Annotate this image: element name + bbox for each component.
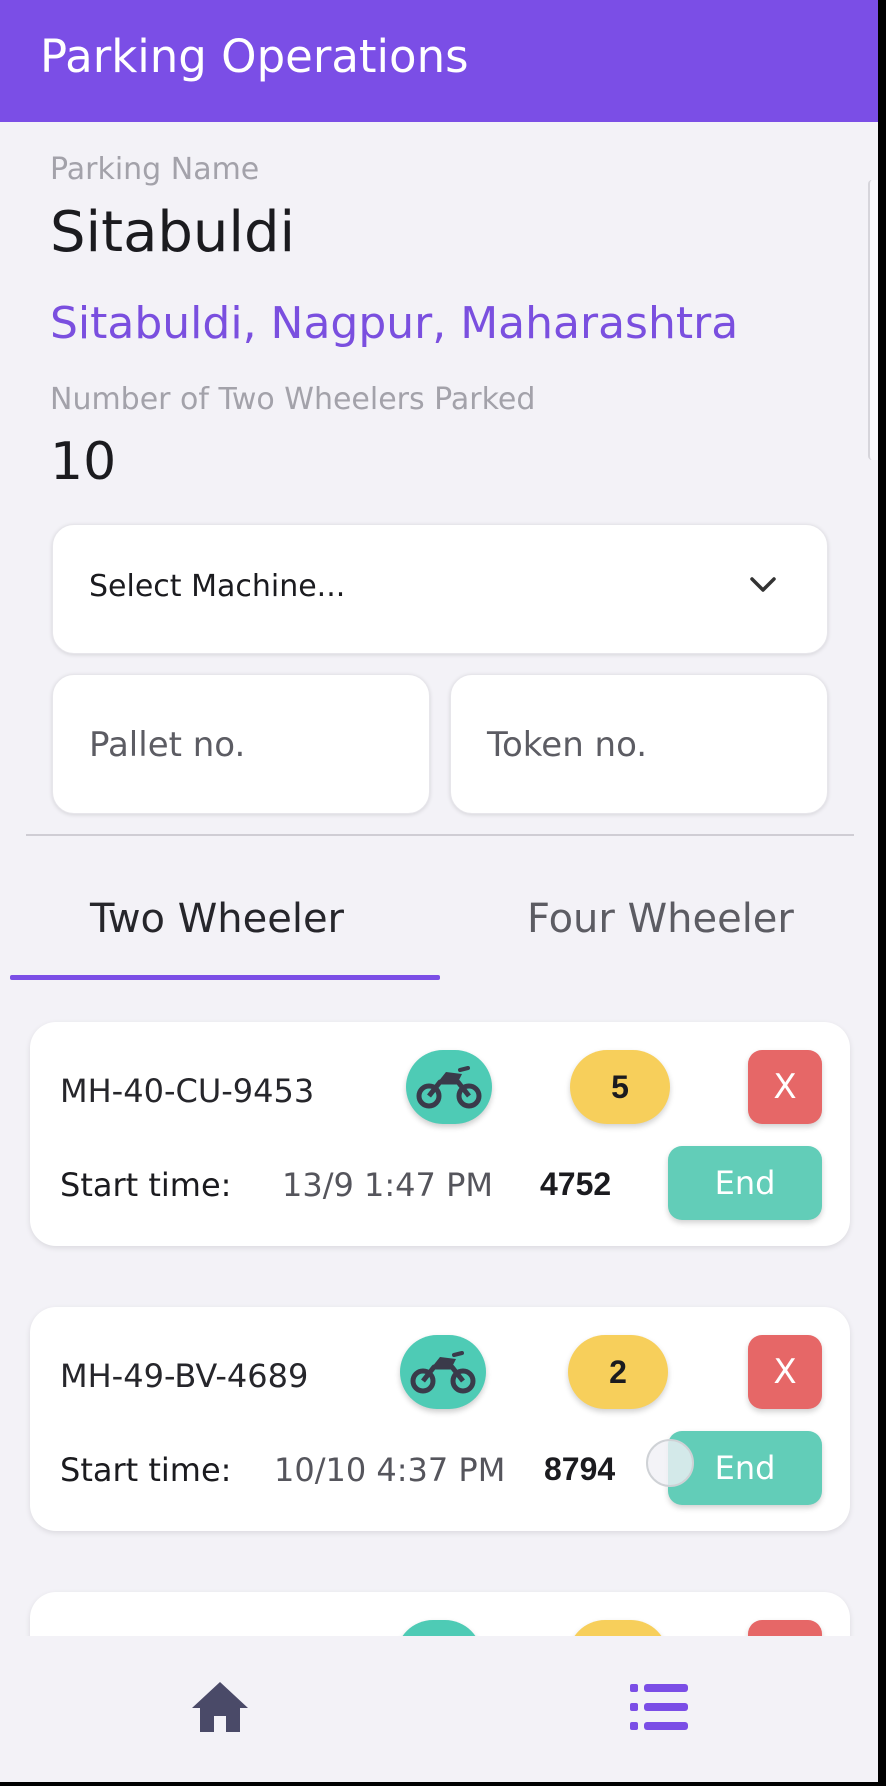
start-time-value: 13/9 1:47 PM xyxy=(282,1166,493,1204)
divider xyxy=(26,834,854,836)
vehicle-type-badge xyxy=(400,1335,486,1409)
start-time-label: Start time: xyxy=(60,1166,232,1204)
parking-name: Sitabuldi xyxy=(50,200,296,265)
list-icon[interactable] xyxy=(630,1682,688,1732)
remove-button[interactable]: X xyxy=(748,1335,822,1409)
token-placeholder: Token no. xyxy=(487,725,648,765)
parking-entry-card: MH-40-CU-9453 5 X Start time: 13/9 1:47 … xyxy=(30,1022,850,1246)
vehicle-count: 10 xyxy=(50,432,117,492)
vehicle-type-badge xyxy=(406,1050,492,1124)
parking-entry-card: MH-49-BV-4689 2 X Start time: 10/10 4:37… xyxy=(30,1307,850,1531)
scrollbar[interactable] xyxy=(868,180,878,460)
remove-button[interactable]: X xyxy=(748,1050,822,1124)
app-bar: Parking Operations xyxy=(0,0,878,122)
pallet-placeholder: Pallet no. xyxy=(89,725,246,765)
token-value: 4752 xyxy=(540,1166,612,1202)
vehicle-plate: MH-40-CU-9453 xyxy=(60,1072,315,1110)
start-time-label: Start time: xyxy=(60,1451,232,1489)
motorcycle-icon xyxy=(410,1351,476,1394)
screen: Parking Operations Parking Name Sitabuld… xyxy=(0,0,878,1782)
tab-two-wheeler[interactable]: Two Wheeler xyxy=(90,896,344,942)
parking-name-label: Parking Name xyxy=(50,152,260,187)
motorcycle-icon xyxy=(416,1066,482,1109)
chevron-down-icon xyxy=(750,577,776,592)
home-icon[interactable] xyxy=(190,1680,250,1734)
bottom-navigation xyxy=(0,1636,878,1782)
token-input[interactable]: Token no. xyxy=(450,674,828,814)
vehicle-count-label: Number of Two Wheelers Parked xyxy=(50,382,536,417)
pallet-input[interactable]: Pallet no. xyxy=(52,674,430,814)
touch-ripple xyxy=(646,1439,694,1487)
pallet-badge: 5 xyxy=(570,1050,670,1124)
machine-select[interactable]: Select Machine... xyxy=(52,524,828,654)
app-title: Parking Operations xyxy=(40,30,469,83)
active-tab-indicator xyxy=(10,975,440,980)
vehicle-plate: MH-49-BV-4689 xyxy=(60,1357,309,1395)
token-value: 8794 xyxy=(544,1451,616,1487)
end-button[interactable]: End xyxy=(668,1146,822,1220)
machine-select-value: Select Machine... xyxy=(89,569,346,604)
start-time-value: 10/10 4:37 PM xyxy=(274,1451,506,1489)
parking-address: Sitabuldi, Nagpur, Maharashtra xyxy=(50,298,739,349)
tab-four-wheeler[interactable]: Four Wheeler xyxy=(527,896,794,942)
pallet-badge: 2 xyxy=(568,1335,668,1409)
